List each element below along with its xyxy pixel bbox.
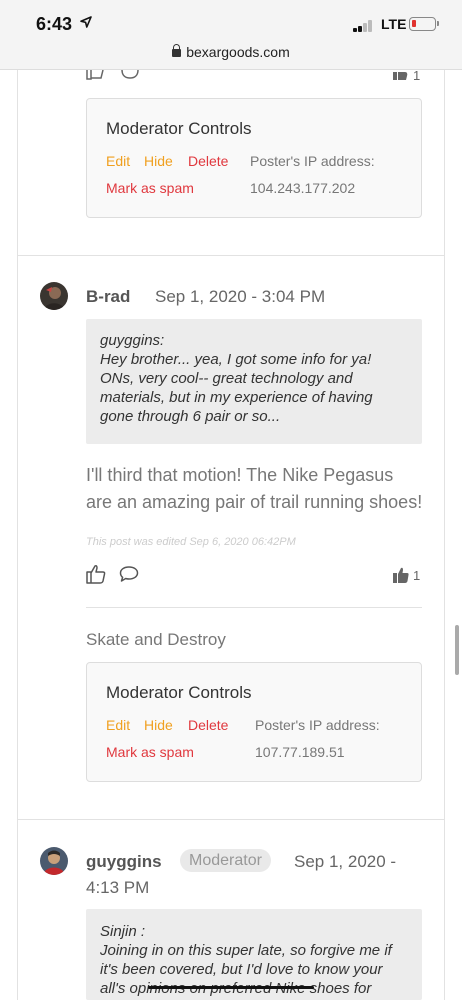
- quote-line: it's been covered, but I'd love to know …: [100, 961, 383, 978]
- like-filled-icon[interactable]: [393, 70, 409, 80]
- quote-line: Sinjin :: [100, 923, 146, 940]
- like-outline-icon[interactable]: [86, 564, 106, 584]
- network-type: LTE: [381, 16, 407, 32]
- like-filled-icon[interactable]: [393, 567, 409, 583]
- scrollbar-indicator[interactable]: [455, 625, 459, 675]
- moderator-controls-title: Moderator Controls: [106, 683, 252, 702]
- status-bar: 6:43 LTE: [0, 0, 462, 42]
- user-signature: Skate and Destroy: [86, 630, 226, 649]
- edited-note: This post was edited Sep 6, 2020 06:42PM: [86, 536, 296, 548]
- moderator-controls-title: Moderator Controls: [106, 119, 252, 138]
- quoted-message: guyggins: Hey brother... yea, I got some…: [86, 319, 422, 444]
- delete-link[interactable]: Delete: [188, 153, 228, 169]
- ip-address-label: Poster's IP address:: [255, 717, 380, 733]
- like-count: 1: [413, 68, 421, 83]
- url-text: bexargoods.com: [186, 44, 290, 60]
- comment-icon[interactable]: [119, 565, 139, 583]
- edit-link[interactable]: Edit: [106, 153, 130, 169]
- quote-line: guyggins:: [100, 332, 165, 349]
- delete-link[interactable]: Delete: [188, 717, 228, 733]
- mark-as-spam-link[interactable]: Mark as spam: [106, 180, 194, 196]
- avatar[interactable]: [40, 847, 68, 875]
- battery-icon: [409, 17, 436, 31]
- post-body-line: I'll third that motion! The Nike Pegasus: [86, 465, 394, 485]
- battery-cap: [437, 21, 439, 26]
- comment-icon[interactable]: [120, 70, 140, 80]
- post-divider: [17, 819, 445, 820]
- avatar[interactable]: [40, 282, 68, 310]
- post-actions: [86, 564, 139, 584]
- signature-divider: [86, 607, 422, 608]
- moderator-controls-panel: Moderator Controls Edit Hide Delete Post…: [86, 662, 422, 782]
- mark-as-spam-link[interactable]: Mark as spam: [106, 744, 194, 760]
- cellular-signal-icon: [353, 20, 375, 32]
- edit-link[interactable]: Edit: [106, 717, 130, 733]
- hide-link[interactable]: Hide: [144, 153, 173, 169]
- like-outline-icon[interactable]: [86, 70, 106, 80]
- ip-address-label: Poster's IP address:: [250, 153, 375, 169]
- clock: 6:43: [36, 14, 73, 34]
- post-date-continued[interactable]: 4:13 PM: [86, 878, 149, 898]
- post-date[interactable]: Sep 1, 2020 - 3:04 PM: [155, 287, 325, 307]
- post-author[interactable]: guyggins: [86, 852, 162, 872]
- location-arrow-icon: [80, 16, 92, 28]
- post-divider: [17, 255, 445, 256]
- ip-address-value: 104.243.177.202: [250, 180, 356, 196]
- hide-link[interactable]: Hide: [144, 717, 173, 733]
- post-author[interactable]: B-rad: [86, 287, 130, 307]
- url-display[interactable]: bexargoods.com: [0, 44, 462, 60]
- like-count: 1: [413, 568, 421, 583]
- home-indicator[interactable]: [148, 986, 314, 989]
- quote-line: Joining in on this super late, so forgiv…: [100, 942, 392, 959]
- quote-line: gone through 6 pair or so...: [100, 408, 281, 425]
- post-date[interactable]: Sep 1, 2020 -: [294, 852, 396, 872]
- post-actions: [86, 70, 140, 80]
- moderator-badge: Moderator: [180, 849, 271, 872]
- post-body-line: are an amazing pair of trail running sho…: [86, 492, 423, 512]
- ip-address-value: 107.77.189.51: [255, 744, 345, 760]
- quote-line: Hey brother... yea, I got some info for …: [100, 351, 372, 368]
- moderator-controls-panel: Moderator Controls Edit Hide Delete Post…: [86, 98, 422, 218]
- address-bar[interactable]: bexargoods.com: [0, 42, 462, 70]
- quote-line: materials, but in my experience of havin…: [100, 389, 373, 406]
- lock-icon: [172, 44, 182, 57]
- quote-line: ONs, very cool-- great technology and: [100, 370, 353, 387]
